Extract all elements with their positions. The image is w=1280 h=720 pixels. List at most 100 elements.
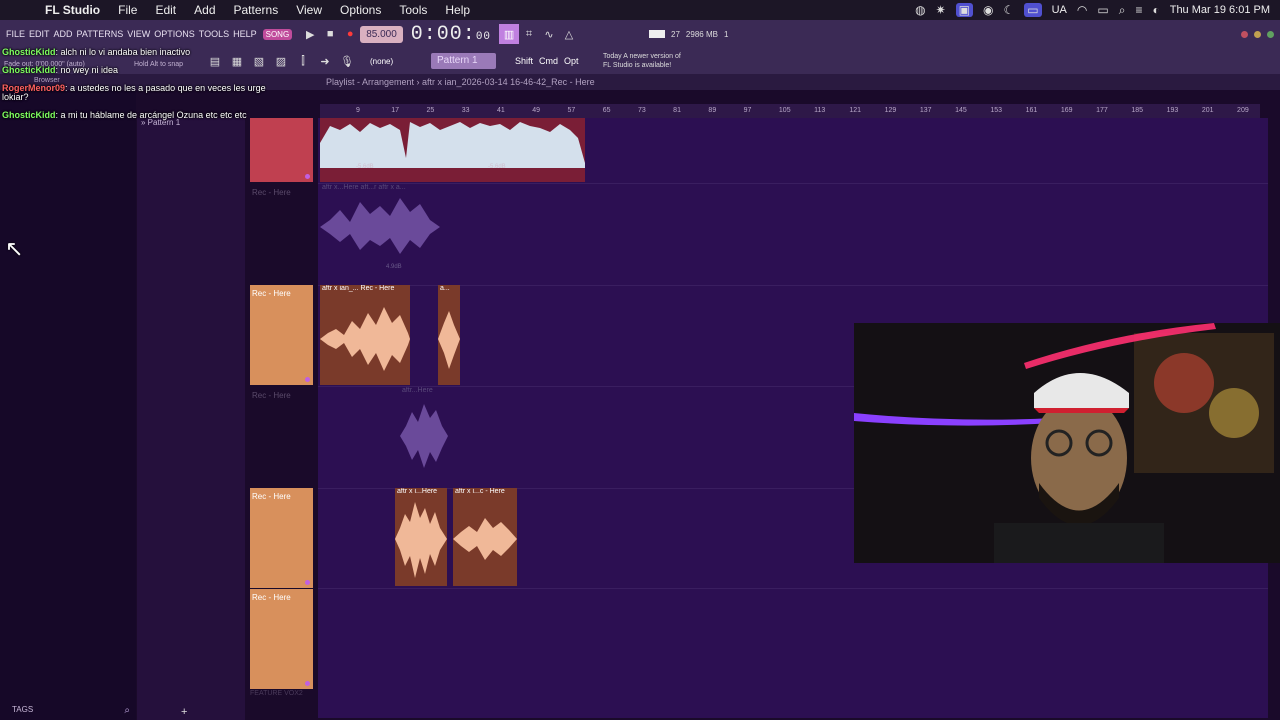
menu-app-name[interactable]: FL Studio [36, 3, 109, 17]
modifier-keys: Shift Cmd Opt [515, 56, 579, 66]
time-display[interactable]: 0:00:00 [411, 23, 491, 46]
menu-tools[interactable]: Tools [390, 3, 436, 17]
waveform [400, 404, 448, 468]
fl-menu-file[interactable]: FILE [6, 29, 25, 39]
track-header[interactable]: Rec - Here [250, 285, 313, 385]
output-selector[interactable]: (none) [370, 57, 393, 66]
audio-clip-ghost[interactable]: aftr x...Here aft...r aftr x a... 4.9dB [320, 184, 450, 274]
mouse-cursor-icon: ↖ [5, 236, 24, 261]
fl-menu: FILE EDIT ADD PATTERNS VIEW OPTIONS TOOL… [0, 29, 257, 39]
track-header[interactable]: Rec - Here [250, 387, 313, 487]
tags-label[interactable]: TAGS [12, 705, 33, 714]
metronome-icon[interactable]: △ [559, 24, 579, 44]
clip-gain: -5.6dB [488, 164, 506, 170]
ruler-tick: 33 [461, 107, 470, 114]
notice-line2: FL Studio is available! [603, 62, 672, 69]
track-headers: Rec - Here Rec - Here Rec - Here Rec - H… [247, 118, 315, 708]
mixer-icon[interactable]: ⫿ [293, 51, 313, 71]
play-button[interactable]: ▶ [300, 24, 320, 44]
clip-gain: -5.6dB [356, 164, 374, 170]
step-edit-icon[interactable]: ⌗ [519, 24, 539, 44]
opt-key[interactable]: Opt [564, 56, 579, 66]
fl-menu-help[interactable]: HELP [233, 29, 257, 39]
time-main: 0:00 [410, 22, 463, 46]
add-pattern-icon[interactable]: + [181, 706, 187, 718]
arrow-icon[interactable]: ➜ [315, 51, 335, 71]
mic-icon[interactable]: 🎙 [337, 51, 357, 71]
audio-clip-ghost[interactable]: aftr...Here [400, 387, 450, 482]
tempo-display[interactable]: 85.000 [360, 25, 403, 43]
fl-menu-edit[interactable]: EDIT [29, 29, 50, 39]
cmd-key[interactable]: Cmd [539, 56, 558, 66]
track-header[interactable]: Rec - Here [250, 184, 313, 284]
pattern-mode-icon[interactable]: ▥ [499, 24, 520, 44]
close-icon[interactable] [1241, 30, 1248, 38]
chat-text: alch ni lo vi andaba bien inactivo [60, 47, 191, 57]
moon-icon[interactable]: ☾ [1004, 3, 1015, 17]
datetime[interactable]: Thu Mar 19 6:01 PM [1170, 4, 1270, 16]
clip-title: aftr x ian_... Rec - Here [322, 285, 395, 292]
search-icon[interactable]: ⌕ [1119, 3, 1126, 18]
webcam-image [854, 323, 1280, 563]
battery-icon[interactable]: ▭ [1097, 3, 1108, 17]
fl-menu-add[interactable]: ADD [54, 29, 73, 39]
timeline-ruler[interactable]: 9 17 25 33 41 49 57 65 73 81 89 97 105 113 121 129 137 14… [320, 104, 1260, 118]
control-center-icon[interactable]: ≡ [1135, 3, 1142, 17]
clip-title: aftr...Here [402, 387, 433, 394]
track-label: Rec - Here [252, 289, 291, 298]
pattern-selector[interactable]: Pattern 1 [431, 53, 496, 69]
record-button[interactable]: ● [340, 24, 360, 44]
voices-value: 1 [723, 29, 729, 39]
audio-clip[interactable]: aftr x ian_... Rec - Here [320, 285, 410, 385]
input-source-label[interactable]: UA [1052, 4, 1067, 16]
menu-help[interactable]: Help [436, 3, 479, 17]
siri-icon[interactable]: ◐ [1152, 3, 1159, 17]
ruler-tick: 177 [1096, 107, 1108, 114]
fl-menu-patterns[interactable]: PATTERNS [77, 29, 124, 39]
audio-clip[interactable]: aftr x i...Here [395, 488, 447, 586]
update-notice[interactable]: Today A newer version of FL Studio is av… [603, 52, 681, 70]
ruler-tick: 129 [884, 107, 897, 114]
pattern-list: » Pattern 1 + [137, 118, 245, 720]
waveform [320, 122, 585, 168]
menu-edit[interactable]: Edit [146, 3, 185, 17]
window-buttons [1241, 30, 1280, 38]
wait-input-icon[interactable]: ∿ [539, 24, 559, 44]
chat-text: no wey ni idea [60, 65, 119, 75]
audio-clip[interactable]: a... [438, 285, 460, 385]
shift-key[interactable]: Shift [515, 56, 533, 66]
track-header[interactable]: Rec - Here [250, 488, 313, 588]
search-icon[interactable]: ⌕ [124, 705, 130, 716]
track-color-dot [305, 377, 310, 382]
fl-menu-view[interactable]: VIEW [127, 29, 150, 39]
waveform [320, 307, 410, 371]
screen-record-icon[interactable]: ▣ [955, 3, 974, 17]
maximize-icon[interactable] [1267, 30, 1274, 38]
settings-icon[interactable]: ✷ [936, 3, 946, 17]
ruler-tick: 113 [814, 107, 826, 114]
audio-clip[interactable]: aftr x i...c - Here [453, 488, 517, 586]
pat-song-toggle[interactable]: SONG [262, 28, 293, 40]
minimize-icon[interactable] [1254, 30, 1261, 38]
audio-clip[interactable]: -5.6dB -5.6dB [320, 118, 585, 182]
waveform [320, 198, 440, 254]
wifi-icon[interactable]: ◠ [1077, 3, 1087, 17]
stop-button[interactable]: ■ [320, 24, 340, 44]
track-header[interactable]: Rec - Here [250, 589, 313, 689]
menu-options[interactable]: Options [331, 3, 390, 17]
chrome-icon[interactable]: ◉ [983, 3, 993, 17]
browser-panel[interactable]: TAGS ⌕ [0, 90, 136, 720]
ruler-tick: 17 [391, 107, 400, 114]
ruler-tick: 185 [1131, 107, 1144, 114]
menu-file[interactable]: File [109, 3, 146, 17]
lane-divider [318, 183, 1268, 184]
fl-menu-tools[interactable]: TOOLS [199, 29, 229, 39]
menu-patterns[interactable]: Patterns [225, 3, 288, 17]
menu-view[interactable]: View [287, 3, 331, 17]
display-icon[interactable]: ▭ [1024, 3, 1042, 17]
ruler-tick: 105 [778, 107, 791, 114]
discord-icon[interactable]: ◍ [915, 3, 925, 17]
ruler-tick: 41 [496, 107, 505, 114]
menu-add[interactable]: Add [185, 3, 224, 17]
fl-menu-options[interactable]: OPTIONS [154, 29, 195, 39]
